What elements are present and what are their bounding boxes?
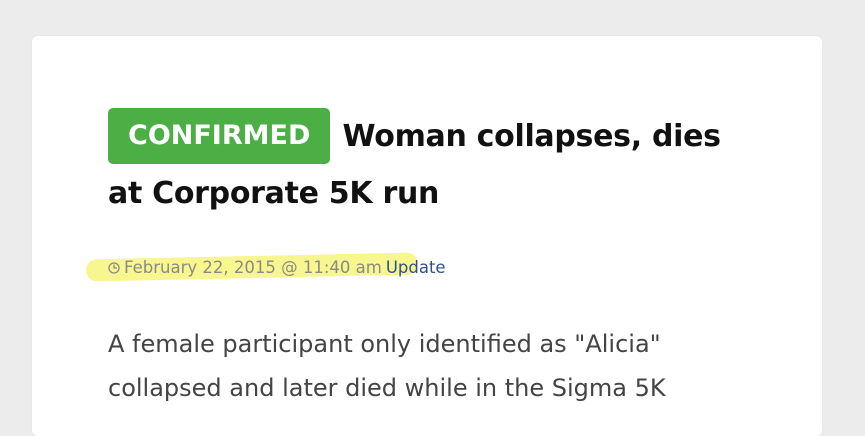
- article-meta: February 22, 2015 @ 11:40 am Update: [85, 252, 446, 282]
- article-card: CONFIRMED Woman collapses, dies at Corpo…: [32, 36, 822, 436]
- article-body: A female participant only identified as …: [108, 322, 748, 410]
- update-link[interactable]: Update: [386, 254, 446, 282]
- clock-icon: [108, 262, 120, 274]
- body-line-2: collapsed and later died while in the Si…: [108, 374, 666, 402]
- article-title: CONFIRMED Woman collapses, dies at Corpo…: [108, 108, 748, 222]
- body-line-1: A female participant only identified as …: [108, 330, 661, 358]
- publish-date: February 22, 2015 @ 11:40 am: [124, 258, 382, 277]
- status-badge: CONFIRMED: [108, 108, 331, 164]
